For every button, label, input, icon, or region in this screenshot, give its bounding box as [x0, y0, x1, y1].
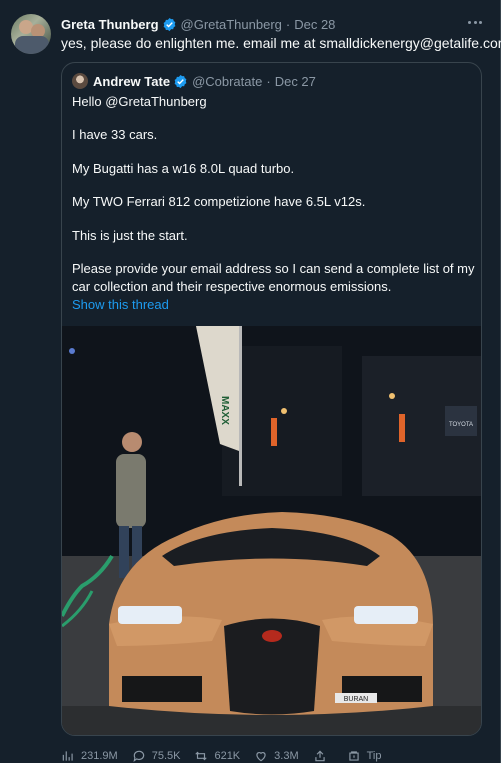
tweet-header: Greta Thunberg @GretaThunberg · Dec 28 — [61, 14, 335, 34]
share-icon — [314, 750, 325, 762]
quoted-tweet[interactable]: Andrew Tate @Cobratate · Dec 27 Hello @G… — [61, 62, 482, 736]
banner-text: MAXX — [219, 396, 230, 425]
author-handle[interactable]: @GretaThunberg — [181, 17, 282, 32]
tip-button[interactable]: Tip — [347, 749, 382, 763]
retweet-button[interactable]: 621K — [194, 749, 240, 763]
show-thread-link[interactable]: Show this thread — [72, 297, 169, 312]
quoted-line: My Bugatti has a w16 8.0L quad turbo. — [72, 161, 295, 176]
photo-scene: TOYOTA MAXX BURAN — [62, 326, 481, 735]
quoted-line: This is just the start. — [72, 228, 188, 243]
tweet-photo[interactable]: TOYOTA MAXX BURAN — [62, 326, 481, 735]
author-avatar[interactable] — [11, 14, 51, 54]
views-icon — [62, 751, 73, 761]
like-button[interactable]: 3.3M — [254, 749, 299, 763]
license-plate-text: BURAN — [344, 696, 369, 703]
brand-badge-text: TOYOTA — [449, 422, 473, 428]
quoted-line: Please provide your email address so I c… — [72, 261, 475, 276]
quoted-author-name[interactable]: Andrew Tate — [93, 74, 170, 89]
tweet-date[interactable]: Dec 28 — [294, 17, 335, 32]
quoted-author-handle[interactable]: @Cobratate — [192, 74, 262, 89]
tip-icon — [348, 751, 359, 761]
like-count: 3.3M — [274, 750, 299, 762]
views-button[interactable]: 231.9M — [61, 749, 118, 763]
quoted-line: Hello @GretaThunberg — [72, 94, 207, 109]
tweet-container[interactable]: Greta Thunberg @GretaThunberg · Dec 28 y… — [0, 0, 501, 763]
quoted-line: My TWO Ferrari 812 competizione have 6.5… — [72, 194, 366, 209]
verified-icon — [163, 17, 175, 31]
tip-label: Tip — [366, 750, 382, 762]
quoted-line: car collection and their respective enor… — [72, 279, 392, 294]
views-count: 231.9M — [81, 750, 118, 762]
separator-dot: · — [266, 73, 271, 89]
more-icon[interactable] — [466, 14, 484, 30]
like-icon — [256, 752, 266, 762]
reply-button[interactable]: 75.5K — [132, 749, 181, 763]
quoted-author-avatar[interactable] — [72, 73, 88, 89]
separator-dot: · — [285, 16, 291, 32]
reply-count: 75.5K — [151, 750, 181, 762]
verified-icon — [174, 74, 187, 88]
tweet-text: yes, please do enlighten me. email me at… — [61, 35, 501, 51]
quoted-tweet-header: Andrew Tate @Cobratate · Dec 27 — [72, 72, 316, 90]
reply-icon — [133, 750, 144, 763]
author-name[interactable]: Greta Thunberg — [61, 17, 159, 32]
action-bar: 231.9M 75.5K 621K 3.3M Tip — [61, 748, 396, 763]
quoted-line: I have 33 cars. — [72, 127, 158, 142]
retweet-count: 621K — [214, 750, 241, 762]
share-button[interactable] — [313, 749, 333, 763]
quoted-tweet-date[interactable]: Dec 27 — [275, 74, 316, 89]
retweet-icon — [195, 751, 208, 761]
